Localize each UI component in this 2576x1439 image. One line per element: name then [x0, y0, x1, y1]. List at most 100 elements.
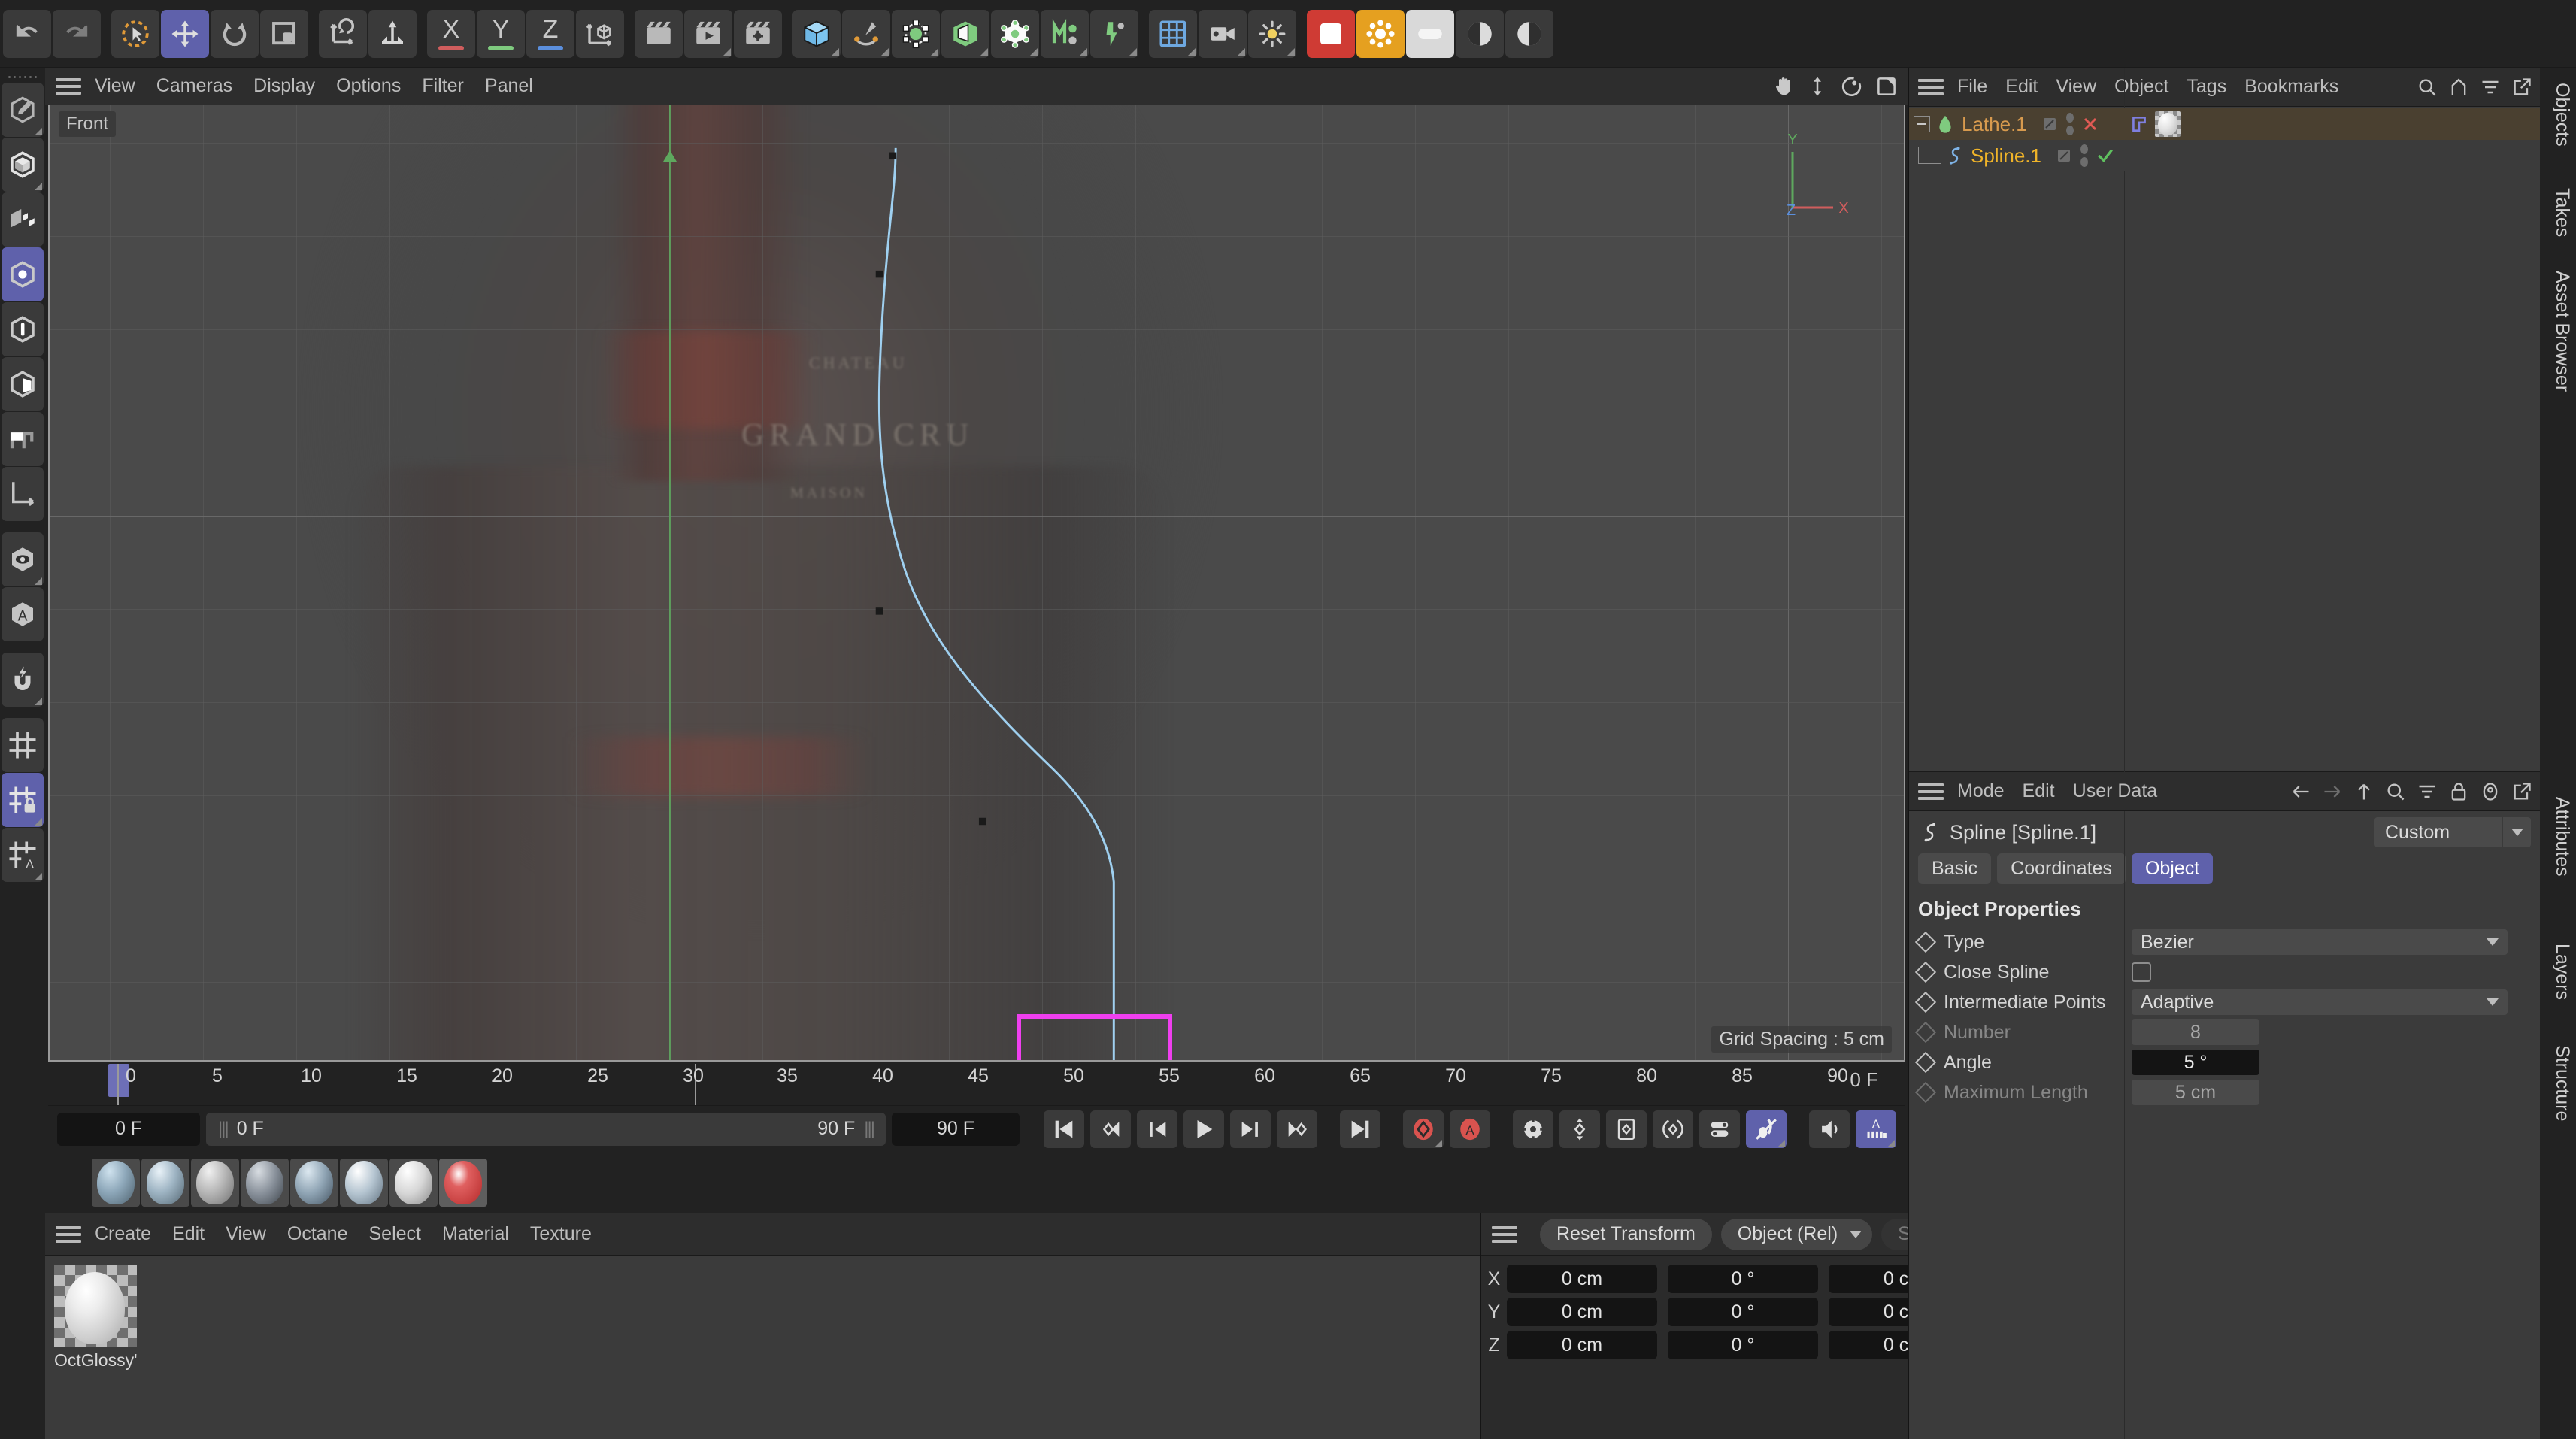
visibility-dots[interactable]: [2065, 113, 2074, 135]
attributes-menu-user-data[interactable]: User Data: [2073, 780, 2158, 802]
orbit-icon[interactable]: [1841, 75, 1863, 98]
prev-frame-icon[interactable]: [1137, 1110, 1177, 1148]
current-frame-field[interactable]: 0 F: [57, 1112, 200, 1146]
z-axis-lock-icon[interactable]: Z: [526, 9, 574, 58]
object-world-icon[interactable]: [576, 9, 624, 58]
range-end-grip[interactable]: |||: [864, 1119, 875, 1140]
rotation-p-input[interactable]: 0 °: [1668, 1298, 1818, 1326]
nurbs-icon[interactable]: [892, 9, 940, 58]
simulation-icon[interactable]: [1090, 9, 1138, 58]
material-manager-hamburger-icon[interactable]: [56, 1225, 81, 1243]
object-name-spline[interactable]: Spline.1: [1971, 144, 2041, 168]
viewport-menu-view[interactable]: View: [95, 75, 135, 97]
workplane-lock-icon[interactable]: [2, 773, 44, 827]
material-item[interactable]: OctGlossy': [54, 1265, 138, 1371]
viewport-menu-hamburger-icon[interactable]: [56, 77, 81, 95]
octane-node-editor-icon[interactable]: [1505, 9, 1553, 58]
octane-render-icon[interactable]: [1307, 9, 1355, 58]
mograph-icon[interactable]: [1041, 9, 1089, 58]
deformer-icon[interactable]: [941, 9, 989, 58]
side-tab-attributes[interactable]: Attributes: [2551, 797, 2573, 877]
material-preview-1[interactable]: [92, 1159, 140, 1207]
attributes-manager-hamburger-icon[interactable]: [1918, 783, 1944, 800]
rotation-b-input[interactable]: 0 °: [1668, 1331, 1818, 1359]
object-menu-object[interactable]: Object: [2114, 76, 2168, 98]
sound-icon[interactable]: [1809, 1110, 1850, 1148]
search-icon[interactable]: [2385, 781, 2406, 802]
render-view-icon[interactable]: [635, 9, 683, 58]
y-axis-lock-icon[interactable]: Y: [477, 9, 525, 58]
attributes-menu-edit[interactable]: Edit: [2023, 780, 2055, 802]
enable-axis-icon[interactable]: [2, 412, 44, 466]
material-preview-5[interactable]: [290, 1159, 338, 1207]
property-dropdown-type[interactable]: Bezier: [2132, 929, 2508, 955]
position-y-input[interactable]: 0 cm: [1507, 1298, 1657, 1326]
material-manager-body[interactable]: OctGlossy': [45, 1256, 1480, 1439]
animate-diamond-icon[interactable]: [1914, 991, 1937, 1013]
material-menu-material[interactable]: Material: [442, 1223, 509, 1245]
side-tab-takes[interactable]: Takes: [2551, 188, 2573, 237]
auto-switch-mode-icon[interactable]: A: [2, 587, 44, 641]
position-z-input[interactable]: 0 cm: [1507, 1331, 1657, 1359]
object-manager-tree[interactable]: Lathe.1 Spline.1: [1909, 68, 2540, 1439]
checkmark-icon[interactable]: [2096, 146, 2115, 165]
grid-arrange-icon[interactable]: [1149, 9, 1197, 58]
object-name-lathe[interactable]: Lathe.1: [1962, 113, 2027, 136]
render-to-picture-viewer-icon[interactable]: [684, 9, 732, 58]
close-icon[interactable]: [2081, 115, 2099, 133]
record-keyframe-icon[interactable]: [1403, 1110, 1444, 1148]
coordinates-manager-hamburger-icon[interactable]: [1492, 1225, 1517, 1243]
viewport-menu-panel[interactable]: Panel: [485, 75, 533, 97]
object-manager-hamburger-icon[interactable]: [1918, 78, 1944, 95]
back-arrow-icon[interactable]: [2290, 781, 2311, 802]
pin-icon[interactable]: [2480, 781, 2501, 802]
search-icon[interactable]: [2417, 77, 2438, 98]
position-key-icon[interactable]: [1559, 1110, 1600, 1148]
play-icon[interactable]: [1183, 1110, 1224, 1148]
chevron-down-icon[interactable]: [2502, 817, 2531, 847]
undo-icon[interactable]: [3, 9, 51, 58]
spline-curve[interactable]: [50, 105, 1904, 1060]
forward-arrow-icon[interactable]: [2322, 781, 2343, 802]
viewport-menu-options[interactable]: Options: [336, 75, 401, 97]
coordinate-mode-dropdown[interactable]: Object (Rel): [1720, 1218, 1873, 1250]
points-mode-icon[interactable]: [2, 247, 44, 301]
octane-live-icon[interactable]: [1406, 9, 1454, 58]
property-value-angle[interactable]: 5 °: [2132, 1050, 2259, 1075]
filter-icon[interactable]: [2417, 781, 2438, 802]
side-tab-layers[interactable]: Layers: [2551, 944, 2573, 1000]
snap-magnet-icon[interactable]: [2, 653, 44, 707]
edit-model-icon[interactable]: [2, 83, 44, 137]
property-dropdown-intermediate-points[interactable]: Adaptive: [2132, 989, 2508, 1015]
redo-icon[interactable]: [53, 9, 101, 58]
edges-mode-icon[interactable]: [2, 302, 44, 356]
workplane-auto-icon[interactable]: A: [2, 828, 44, 882]
animate-diamond-icon[interactable]: [1914, 931, 1937, 953]
material-preview-2[interactable]: [141, 1159, 189, 1207]
object-row-spline[interactable]: Spline.1: [1909, 140, 2540, 171]
material-preview-7[interactable]: [389, 1159, 438, 1207]
object-row-lathe[interactable]: Lathe.1: [1909, 108, 2540, 140]
object-menu-bookmarks[interactable]: Bookmarks: [2244, 76, 2338, 98]
goto-end-icon[interactable]: [1340, 1110, 1380, 1148]
reset-transform-button[interactable]: Reset Transform: [1540, 1218, 1712, 1250]
viewport-menu-cameras[interactable]: Cameras: [156, 75, 232, 97]
move-axis-icon[interactable]: [368, 9, 417, 58]
dolly-icon[interactable]: [1806, 75, 1829, 98]
level-of-detail-icon[interactable]: A: [1856, 1110, 1896, 1148]
material-menu-edit[interactable]: Edit: [172, 1223, 205, 1245]
toolbar-drag-handle[interactable]: [5, 71, 40, 83]
animate-diamond-icon[interactable]: [1914, 961, 1937, 983]
range-start-grip[interactable]: |||: [218, 1119, 229, 1140]
viewport-canvas[interactable]: CHATEAU GRAND CRU MAISON Front Grid Spac…: [50, 105, 1904, 1060]
maximize-viewport-icon[interactable]: [1875, 75, 1898, 98]
object-menu-file[interactable]: File: [1957, 76, 1987, 98]
preview-range-field[interactable]: ||| 0 F 90 F |||: [206, 1112, 886, 1146]
move-tool-icon[interactable]: [161, 9, 209, 58]
scene-objects-icon[interactable]: [991, 9, 1039, 58]
tab-coordinates[interactable]: Coordinates: [1997, 853, 2126, 884]
layer-toggle-icon[interactable]: [2041, 115, 2059, 133]
next-frame-icon[interactable]: [1230, 1110, 1271, 1148]
pan-icon[interactable]: [1771, 75, 1794, 98]
popout-icon[interactable]: [2511, 77, 2532, 98]
